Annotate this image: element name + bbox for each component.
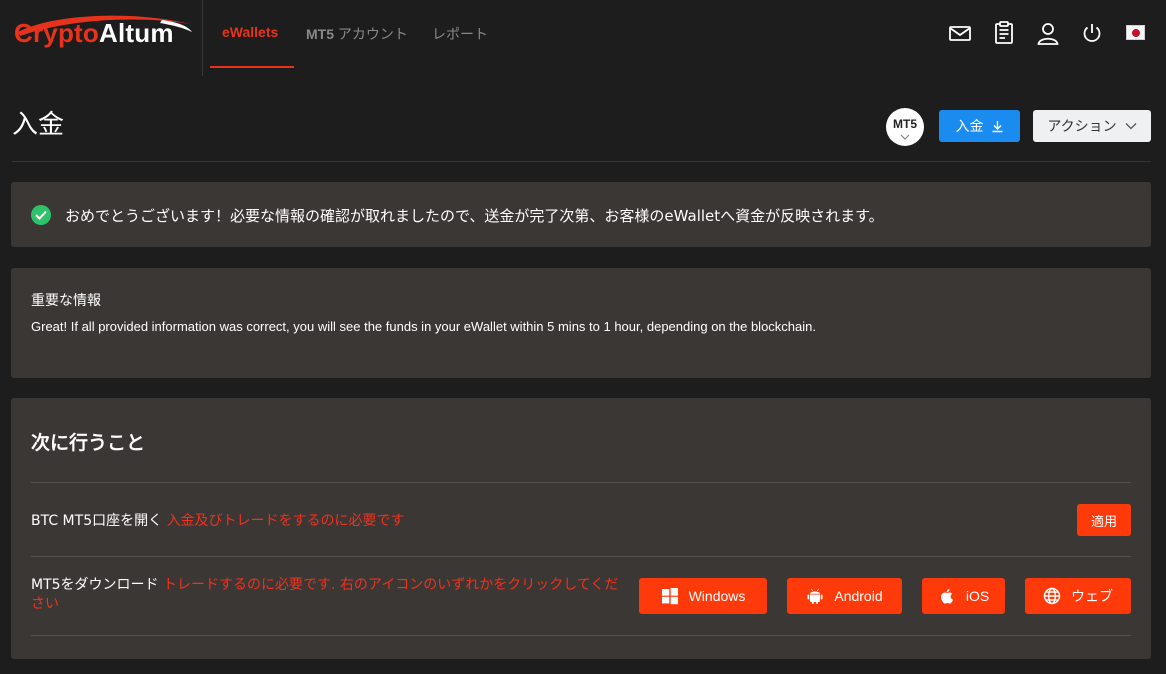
windows-button-label: Windows — [688, 588, 746, 604]
important-info-title: 重要な情報 — [31, 293, 101, 309]
web-button-label: ウェブ — [1071, 588, 1113, 604]
actions-button-label: アクション — [1047, 119, 1117, 135]
actions-dropdown-button[interactable]: アクション — [1033, 110, 1151, 142]
mt5-platform-selector[interactable]: MT5 — [886, 108, 924, 146]
page-title: 入金 — [12, 110, 65, 140]
row-divider — [31, 556, 1131, 557]
next-steps-panel: 次に行うこと BTC MT5口座を開く 入金及びトレードをするのに必要です 適用… — [11, 398, 1151, 659]
tab-reports[interactable]: レポート — [432, 24, 488, 44]
top-navigation: CryptoAltum eWallets MT5 アカウント レポート — [0, 0, 1166, 76]
apply-button[interactable]: 適用 — [1077, 504, 1131, 536]
open-account-note: 入金及びトレードをするのに必要です — [166, 513, 405, 529]
android-button-label: Android — [834, 588, 883, 604]
download-android-button[interactable]: Android — [787, 578, 902, 614]
open-account-label: BTC MT5口座を開く — [31, 513, 163, 529]
ios-button-label: iOS — [965, 588, 990, 604]
user-icon[interactable] — [1035, 20, 1061, 46]
flag-red-circle — [1132, 29, 1140, 37]
apple-icon — [940, 589, 953, 604]
check-circle-icon — [31, 205, 51, 225]
important-info-panel: 重要な情報 Great! If all provided information… — [11, 268, 1151, 378]
logo-wordmark: CryptoAltum — [14, 18, 174, 49]
nav-divider — [202, 0, 203, 76]
mail-icon[interactable] — [947, 20, 973, 46]
header-divider — [12, 161, 1151, 162]
deposit-button[interactable]: 入金 — [939, 110, 1020, 142]
chevron-down-icon — [1125, 123, 1137, 130]
chevron-down-icon — [900, 134, 910, 140]
download-icon — [992, 120, 1002, 132]
clipboard-icon[interactable] — [991, 20, 1017, 46]
power-icon[interactable] — [1079, 20, 1105, 46]
row-divider — [31, 482, 1131, 483]
next-steps-title: 次に行うこと — [31, 432, 146, 454]
web-terminal-button[interactable]: ウェブ — [1025, 578, 1131, 614]
japan-flag-icon[interactable] — [1126, 25, 1145, 40]
success-alert: おめでとうございます！必要な情報の確認が取れましたので、送金が完了次第、お客様の… — [11, 182, 1151, 247]
logo-crypto-text: Crypto — [14, 18, 99, 48]
deposit-button-label: 入金 — [955, 119, 984, 135]
android-icon — [807, 588, 823, 604]
mt5-badge-label: MT5 — [893, 117, 917, 131]
download-ios-button[interactable]: iOS — [922, 578, 1005, 614]
important-info-body: Great! If all provided information was c… — [31, 319, 816, 334]
cryptoaltum-logo[interactable]: CryptoAltum — [12, 12, 192, 56]
globe-icon — [1043, 587, 1061, 605]
logo-altum-text: Altum — [98, 18, 174, 48]
tab-mt5-label-bold: MT5 — [306, 26, 334, 42]
tab-ewallets[interactable]: eWallets — [222, 24, 278, 40]
tab-mt5-label-rest: アカウント — [334, 26, 408, 42]
download-windows-button[interactable]: Windows — [639, 578, 767, 614]
download-mt5-label: MT5をダウンロード — [31, 577, 159, 593]
open-account-step: BTC MT5口座を開く 入金及びトレードをするのに必要です — [31, 510, 405, 530]
windows-icon — [661, 588, 678, 605]
active-tab-indicator — [210, 66, 294, 68]
tab-mt5-accounts[interactable]: MT5 アカウント — [306, 24, 408, 44]
row-divider — [31, 635, 1131, 636]
success-message: おめでとうございます！必要な情報の確認が取れましたので、送金が完了次第、お客様の… — [65, 207, 884, 225]
download-mt5-step: MT5をダウンロード トレードするのに必要です. 右のアイコンのいずれかをクリッ… — [31, 576, 631, 614]
